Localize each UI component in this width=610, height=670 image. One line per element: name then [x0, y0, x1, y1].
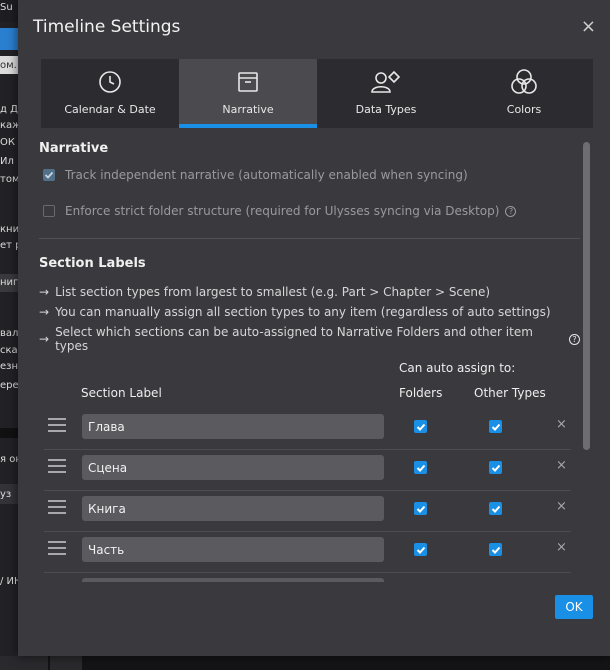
help-icon[interactable]: ?: [505, 205, 517, 217]
section-label-row: Книга ×: [44, 490, 571, 532]
dialog-title: Timeline Settings: [33, 17, 181, 37]
archive-box-icon: [236, 69, 260, 95]
section-labels-heading: Section Labels: [39, 256, 146, 271]
narrative-heading: Narrative: [39, 141, 109, 156]
track-narrative-label: Track independent narrative (automatical…: [65, 168, 468, 182]
enforce-structure-label: Enforce strict folder structure (require…: [65, 204, 500, 218]
bg-text: ска: [0, 345, 18, 356]
tab-label: Colors: [506, 103, 542, 116]
person-diamond-icon: [370, 69, 402, 95]
section-label-column-header: Section Label: [81, 386, 162, 400]
folders-checkbox[interactable]: [414, 420, 427, 433]
bg-text: д ДА: [0, 104, 18, 115]
bg-text: каж: [0, 120, 18, 131]
section-label-row: Часть ×: [44, 531, 571, 573]
arrow-right-icon: →: [39, 305, 50, 319]
drag-handle-icon[interactable]: [48, 459, 66, 473]
drag-handle-icon[interactable]: [48, 500, 66, 514]
info-bullet: → You can manually assign all section ty…: [39, 305, 551, 319]
bg-text: / ИН: [0, 576, 18, 587]
auto-assign-header: Can auto assign to:: [399, 361, 516, 375]
section-label-input[interactable]: Часть: [82, 537, 384, 562]
color-circles-icon: [510, 69, 538, 95]
ok-button[interactable]: OK: [555, 595, 593, 619]
bg-text: езн: [0, 361, 18, 372]
settings-tabs: Calendar & Date Narrative Data Types Col…: [41, 59, 593, 128]
tab-calendar-date[interactable]: Calendar & Date: [41, 59, 179, 128]
other-types-checkbox[interactable]: [489, 461, 502, 474]
section-label-row: [44, 572, 571, 582]
scrollbar-thumb[interactable]: [583, 142, 590, 450]
section-divider: [39, 238, 580, 239]
other-types-checkbox[interactable]: [489, 420, 502, 433]
bg-text: нига: [0, 277, 18, 288]
remove-row-button[interactable]: ×: [556, 540, 567, 555]
arrow-right-icon: →: [39, 332, 50, 346]
close-button[interactable]: ×: [581, 18, 596, 36]
folders-column-header: Folders: [399, 386, 443, 400]
other-types-column-header: Other Types: [474, 386, 546, 400]
section-label-input[interactable]: Книга: [82, 496, 384, 521]
tab-label: Data Types: [355, 103, 417, 116]
drag-handle-icon[interactable]: [48, 418, 66, 432]
section-label-input[interactable]: [82, 578, 384, 582]
track-narrative-checkbox[interactable]: [43, 169, 55, 181]
tab-narrative[interactable]: Narrative: [179, 59, 317, 128]
bg-text: том: [0, 174, 18, 185]
bg-text: уз: [0, 489, 12, 500]
section-label-input[interactable]: Глава: [82, 414, 384, 439]
tab-colors[interactable]: Colors: [455, 59, 593, 128]
help-icon[interactable]: ?: [569, 333, 580, 345]
track-narrative-option[interactable]: Track independent narrative (automatical…: [43, 168, 468, 182]
folders-checkbox[interactable]: [414, 543, 427, 556]
remove-row-button[interactable]: ×: [556, 417, 567, 432]
info-bullet: → List section types from largest to sma…: [39, 285, 490, 299]
background-app: Su ом. I д ДА каж ОК Ил том кни ет р ниг…: [0, 0, 18, 670]
other-types-checkbox[interactable]: [489, 502, 502, 515]
bg-text: я он: [0, 454, 18, 465]
other-types-checkbox[interactable]: [489, 543, 502, 556]
bullet-text: You can manually assign all section type…: [55, 305, 551, 319]
section-label-row: Сцена ×: [44, 449, 571, 491]
bg-text: ет р: [0, 240, 18, 251]
timeline-settings-dialog: Timeline Settings × Calendar & Date Narr…: [18, 0, 610, 656]
bullet-text: Select which sections can be auto-assign…: [55, 325, 533, 353]
section-label-input[interactable]: Сцена: [82, 455, 384, 480]
bg-text: кни: [0, 224, 18, 235]
remove-row-button[interactable]: ×: [556, 499, 567, 514]
bg-text: ере: [0, 380, 18, 391]
drag-handle-icon[interactable]: [48, 541, 66, 555]
tab-label: Calendar & Date: [64, 103, 156, 116]
clock-icon: [98, 69, 122, 95]
background-bottom-bar: [0, 656, 610, 670]
bg-text: ом. I: [0, 60, 18, 71]
enforce-structure-option[interactable]: Enforce strict folder structure (require…: [43, 204, 517, 218]
bg-text: вал: [0, 328, 18, 339]
tab-label: Narrative: [222, 103, 274, 116]
bg-text: Su: [0, 2, 13, 13]
folders-checkbox[interactable]: [414, 461, 427, 474]
bg-text: Ил: [0, 156, 14, 167]
remove-row-button[interactable]: ×: [556, 458, 567, 473]
tab-data-types[interactable]: Data Types: [317, 59, 455, 128]
folders-checkbox[interactable]: [414, 502, 427, 515]
bg-text: ОК: [0, 137, 15, 148]
bullet-text: List section types from largest to small…: [55, 285, 491, 299]
enforce-structure-checkbox[interactable]: [43, 205, 55, 217]
section-label-row: Глава ×: [44, 408, 571, 450]
info-bullet: → Select which sections can be auto-assi…: [39, 325, 580, 353]
arrow-right-icon: →: [39, 285, 50, 299]
narrative-settings-panel: Narrative Track independent narrative (a…: [39, 132, 580, 582]
